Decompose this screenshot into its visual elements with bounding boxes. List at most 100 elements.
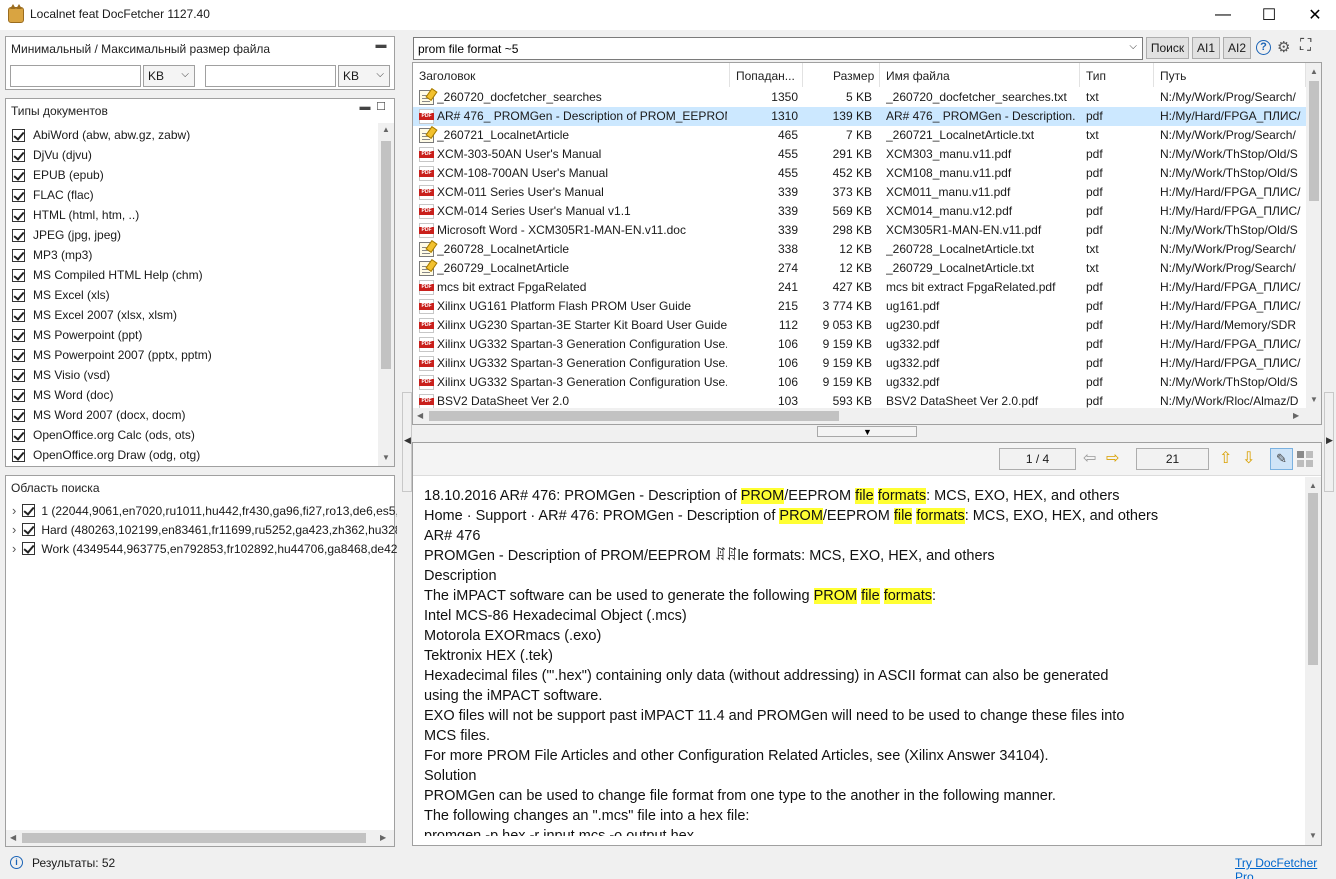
search-combobox[interactable]: ⌵ xyxy=(413,37,1143,60)
max-size-input[interactable] xyxy=(205,65,336,87)
doctype-item[interactable]: MS Compiled HTML Help (chm) xyxy=(12,265,203,285)
table-row[interactable]: Xilinx UG230 Spartan-3E Starter Kit Boar… xyxy=(413,316,1306,335)
doctype-item[interactable]: OpenOffice.org Calc (ods, ots) xyxy=(12,425,195,445)
chevron-right-icon[interactable]: › xyxy=(12,522,16,537)
table-row[interactable]: _260720_docfetcher_searches 1350 5 KB _2607… xyxy=(413,88,1306,107)
table-row[interactable]: XCM-011 Series User's Manual 339 373 KB XCM… xyxy=(413,183,1306,202)
maximize-panel-icon[interactable]: ☐ xyxy=(374,101,388,115)
chevron-right-icon[interactable]: › xyxy=(12,503,16,518)
prev-hit-arrow-icon[interactable]: ⇧ xyxy=(1219,448,1232,468)
doctype-checkbox[interactable] xyxy=(12,268,25,282)
help-icon[interactable]: ? xyxy=(1256,40,1271,55)
scrollbar-thumb[interactable] xyxy=(22,833,366,843)
table-row[interactable]: BSV2 DataSheet Ver 2.0 103 593 KB BSV2 Data… xyxy=(413,392,1306,408)
min-unit-select[interactable]: KB ⌵ xyxy=(143,65,195,87)
search-button[interactable]: Поиск xyxy=(1146,37,1189,59)
table-row[interactable]: _260729_LocalnetArticle 274 12 KB _260729_L… xyxy=(413,259,1306,278)
doctype-checkbox[interactable] xyxy=(12,168,25,182)
search-input[interactable] xyxy=(418,40,1118,57)
table-row[interactable]: Xilinx UG332 Spartan-3 Generation Config… xyxy=(413,354,1306,373)
col-header-type[interactable]: Тип xyxy=(1080,63,1154,87)
scroll-up-icon[interactable]: ▲ xyxy=(1310,67,1318,76)
preview-vscrollbar[interactable]: ▲ ▼ xyxy=(1305,477,1321,845)
max-unit-select[interactable]: KB ⌵ xyxy=(338,65,390,87)
scrollbar-thumb[interactable] xyxy=(429,411,839,421)
doctype-checkbox[interactable] xyxy=(12,408,25,422)
table-row[interactable]: Xilinx UG332 Spartan-3 Generation Config… xyxy=(413,373,1306,392)
try-pro-link[interactable]: Try DocFetcher Pro xyxy=(1235,856,1336,879)
scope-tree-item[interactable]: › Work (4349544,963775,en792853,fr102892,… xyxy=(12,539,397,558)
doctype-checkbox[interactable] xyxy=(12,128,25,142)
doctype-checkbox[interactable] xyxy=(12,148,25,162)
doctype-checkbox[interactable] xyxy=(12,228,25,242)
table-row[interactable]: XCM-303-50AN User's Manual 455 291 KB XCM30… xyxy=(413,145,1306,164)
ai2-button[interactable]: AI2 xyxy=(1223,37,1251,59)
doctype-checkbox[interactable] xyxy=(12,248,25,262)
scroll-right-icon[interactable]: ▶ xyxy=(380,833,386,842)
minimize-panel-icon[interactable]: ▬ xyxy=(358,101,372,115)
doctype-checkbox[interactable] xyxy=(12,208,25,222)
scroll-down-icon[interactable]: ▼ xyxy=(1310,395,1318,404)
maximize-button[interactable]: ☐ xyxy=(1246,0,1292,30)
right-collapse-handle[interactable]: ▶ xyxy=(1324,392,1334,492)
table-row[interactable]: Microsoft Word - XCM305R1-MAN-EN.v11.doc… xyxy=(413,221,1306,240)
splitter-handle[interactable]: ▼ xyxy=(817,426,917,437)
view-mode-icon[interactable] xyxy=(1297,451,1313,467)
doctype-item[interactable]: MS Excel 2007 (xlsx, xlsm) xyxy=(12,305,177,325)
doctype-item[interactable]: MS Powerpoint (ppt) xyxy=(12,325,142,345)
results-hscrollbar[interactable]: ◀ ▶ xyxy=(413,408,1321,424)
doctype-item[interactable]: MS Excel (xls) xyxy=(12,285,110,305)
scope-hscrollbar[interactable]: ◀ ▶ xyxy=(6,830,394,846)
table-row[interactable]: Xilinx UG332 Spartan-3 Generation Config… xyxy=(413,335,1306,354)
minimize-button[interactable]: — xyxy=(1200,0,1246,30)
scroll-left-icon[interactable]: ◀ xyxy=(10,833,16,842)
doctype-item[interactable]: MP3 (mp3) xyxy=(12,245,92,265)
doctype-item[interactable]: JPEG (jpg, jpeg) xyxy=(12,225,121,245)
scroll-down-icon[interactable]: ▼ xyxy=(1309,831,1317,840)
doctype-item[interactable]: MS Visio (vsd) xyxy=(12,365,110,385)
scrollbar-thumb[interactable] xyxy=(1309,81,1319,201)
scope-checkbox[interactable] xyxy=(22,523,36,536)
table-row[interactable]: mcs bit extract FpgaRelated 241 427 KB mcs … xyxy=(413,278,1306,297)
table-row[interactable]: AR# 476_ PROMGen - Description of PROM_E… xyxy=(413,107,1306,126)
next-page-arrow-icon[interactable]: ⇨ xyxy=(1106,448,1119,468)
highlight-toggle-icon[interactable]: ✎ xyxy=(1270,448,1293,470)
results-vscrollbar[interactable]: ▲ ▼ xyxy=(1306,63,1321,408)
scroll-up-icon[interactable]: ▲ xyxy=(382,125,390,134)
scope-tree-item[interactable]: › 1 (22044,9061,en7020,ru1011,hu442,fr430… xyxy=(12,501,397,520)
doctype-item[interactable]: OpenOffice.org Draw (odg, otg) xyxy=(12,445,200,465)
scroll-right-icon[interactable]: ▶ xyxy=(1293,411,1299,420)
doctype-item[interactable]: MS Word (doc) xyxy=(12,385,113,405)
col-header-title[interactable]: Заголовок xyxy=(413,63,730,87)
doctype-checkbox[interactable] xyxy=(12,188,25,202)
doctype-checkbox[interactable] xyxy=(12,368,25,382)
table-row[interactable]: _260721_LocalnetArticle 465 7 KB _260721_Lo… xyxy=(413,126,1306,145)
col-header-filename[interactable]: Имя файла xyxy=(880,63,1080,87)
scope-checkbox[interactable] xyxy=(22,504,36,517)
doctype-item[interactable]: MS Powerpoint 2007 (pptx, pptm) xyxy=(12,345,212,365)
col-header-size[interactable]: Размер xyxy=(803,63,880,87)
doctype-item[interactable]: FLAC (flac) xyxy=(12,185,94,205)
chevron-down-icon[interactable]: ⌵ xyxy=(1129,41,1137,52)
scope-tree-item[interactable]: › Hard (480263,102199,en83461,fr11699,ru5… xyxy=(12,520,397,539)
chevron-right-icon[interactable]: › xyxy=(12,541,16,556)
scope-checkbox[interactable] xyxy=(22,542,36,555)
scroll-left-icon[interactable]: ◀ xyxy=(417,411,423,420)
min-size-input[interactable] xyxy=(10,65,141,87)
ai1-button[interactable]: AI1 xyxy=(1192,37,1220,59)
doctype-scrollbar[interactable]: ▲ ▼ xyxy=(378,123,394,466)
settings-gear-icon[interactable]: ⚙ xyxy=(1277,38,1290,56)
close-button[interactable]: ✕ xyxy=(1292,0,1336,30)
col-header-path[interactable]: Путь xyxy=(1154,63,1306,87)
doctype-checkbox[interactable] xyxy=(12,448,25,462)
doctype-item[interactable]: DjVu (djvu) xyxy=(12,145,92,165)
doctype-item[interactable]: AbiWord (abw, abw.gz, zabw) xyxy=(12,125,190,145)
doctype-item[interactable]: HTML (html, htm, ..) xyxy=(12,205,139,225)
fullscreen-icon[interactable]: ⛶ xyxy=(1300,37,1311,55)
occurrence-counter[interactable]: 21 xyxy=(1136,448,1209,470)
doctype-item[interactable]: MS Word 2007 (docx, docm) xyxy=(12,405,186,425)
doctype-checkbox[interactable] xyxy=(12,428,25,442)
doctype-checkbox[interactable] xyxy=(12,348,25,362)
table-row[interactable]: _260728_LocalnetArticle 338 12 KB _260728_L… xyxy=(413,240,1306,259)
doctype-checkbox[interactable] xyxy=(12,328,25,342)
